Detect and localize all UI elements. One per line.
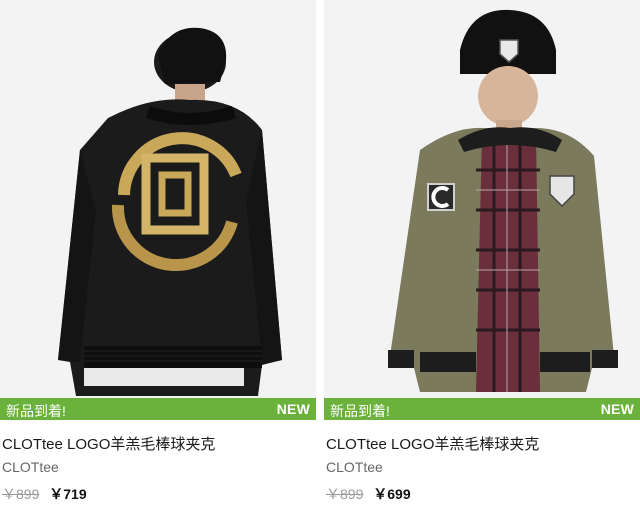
- new-badge: NEW: [600, 401, 634, 417]
- new-arrival-banner: 新品到着! NEW: [324, 398, 640, 420]
- product-card[interactable]: 新品到着! NEW CLOTtee LOGO羊羔毛棒球夹克 CLOTtee ￥8…: [324, 0, 640, 512]
- c-patch-icon: [427, 183, 455, 211]
- new-arrival-label: 新品到着!: [330, 403, 390, 419]
- original-price: ￥899: [326, 486, 364, 502]
- new-badge: NEW: [276, 401, 310, 417]
- product-image[interactable]: [324, 0, 640, 398]
- new-arrival-label: 新品到着!: [6, 403, 66, 419]
- product-card[interactable]: 新品到着! NEW CLOTtee LOGO羊羔毛棒球夹克 CLOTtee ￥8…: [0, 0, 316, 512]
- sale-price: ￥719: [49, 486, 87, 502]
- sale-price: ￥699: [373, 486, 411, 502]
- product-title[interactable]: CLOTtee LOGO羊羔毛棒球夹克: [2, 433, 215, 454]
- product-brand[interactable]: CLOTtee: [2, 459, 59, 475]
- new-arrival-banner: 新品到着! NEW: [0, 398, 316, 420]
- product-title[interactable]: CLOTtee LOGO羊羔毛棒球夹克: [326, 433, 539, 454]
- price-row: ￥899 ￥719: [2, 484, 87, 504]
- original-price: ￥899: [2, 486, 40, 502]
- product-grid: 新品到着! NEW CLOTtee LOGO羊羔毛棒球夹克 CLOTtee ￥8…: [0, 0, 640, 512]
- price-row: ￥899 ￥699: [326, 484, 411, 504]
- product-image[interactable]: [0, 0, 316, 398]
- product-brand[interactable]: CLOTtee: [326, 459, 383, 475]
